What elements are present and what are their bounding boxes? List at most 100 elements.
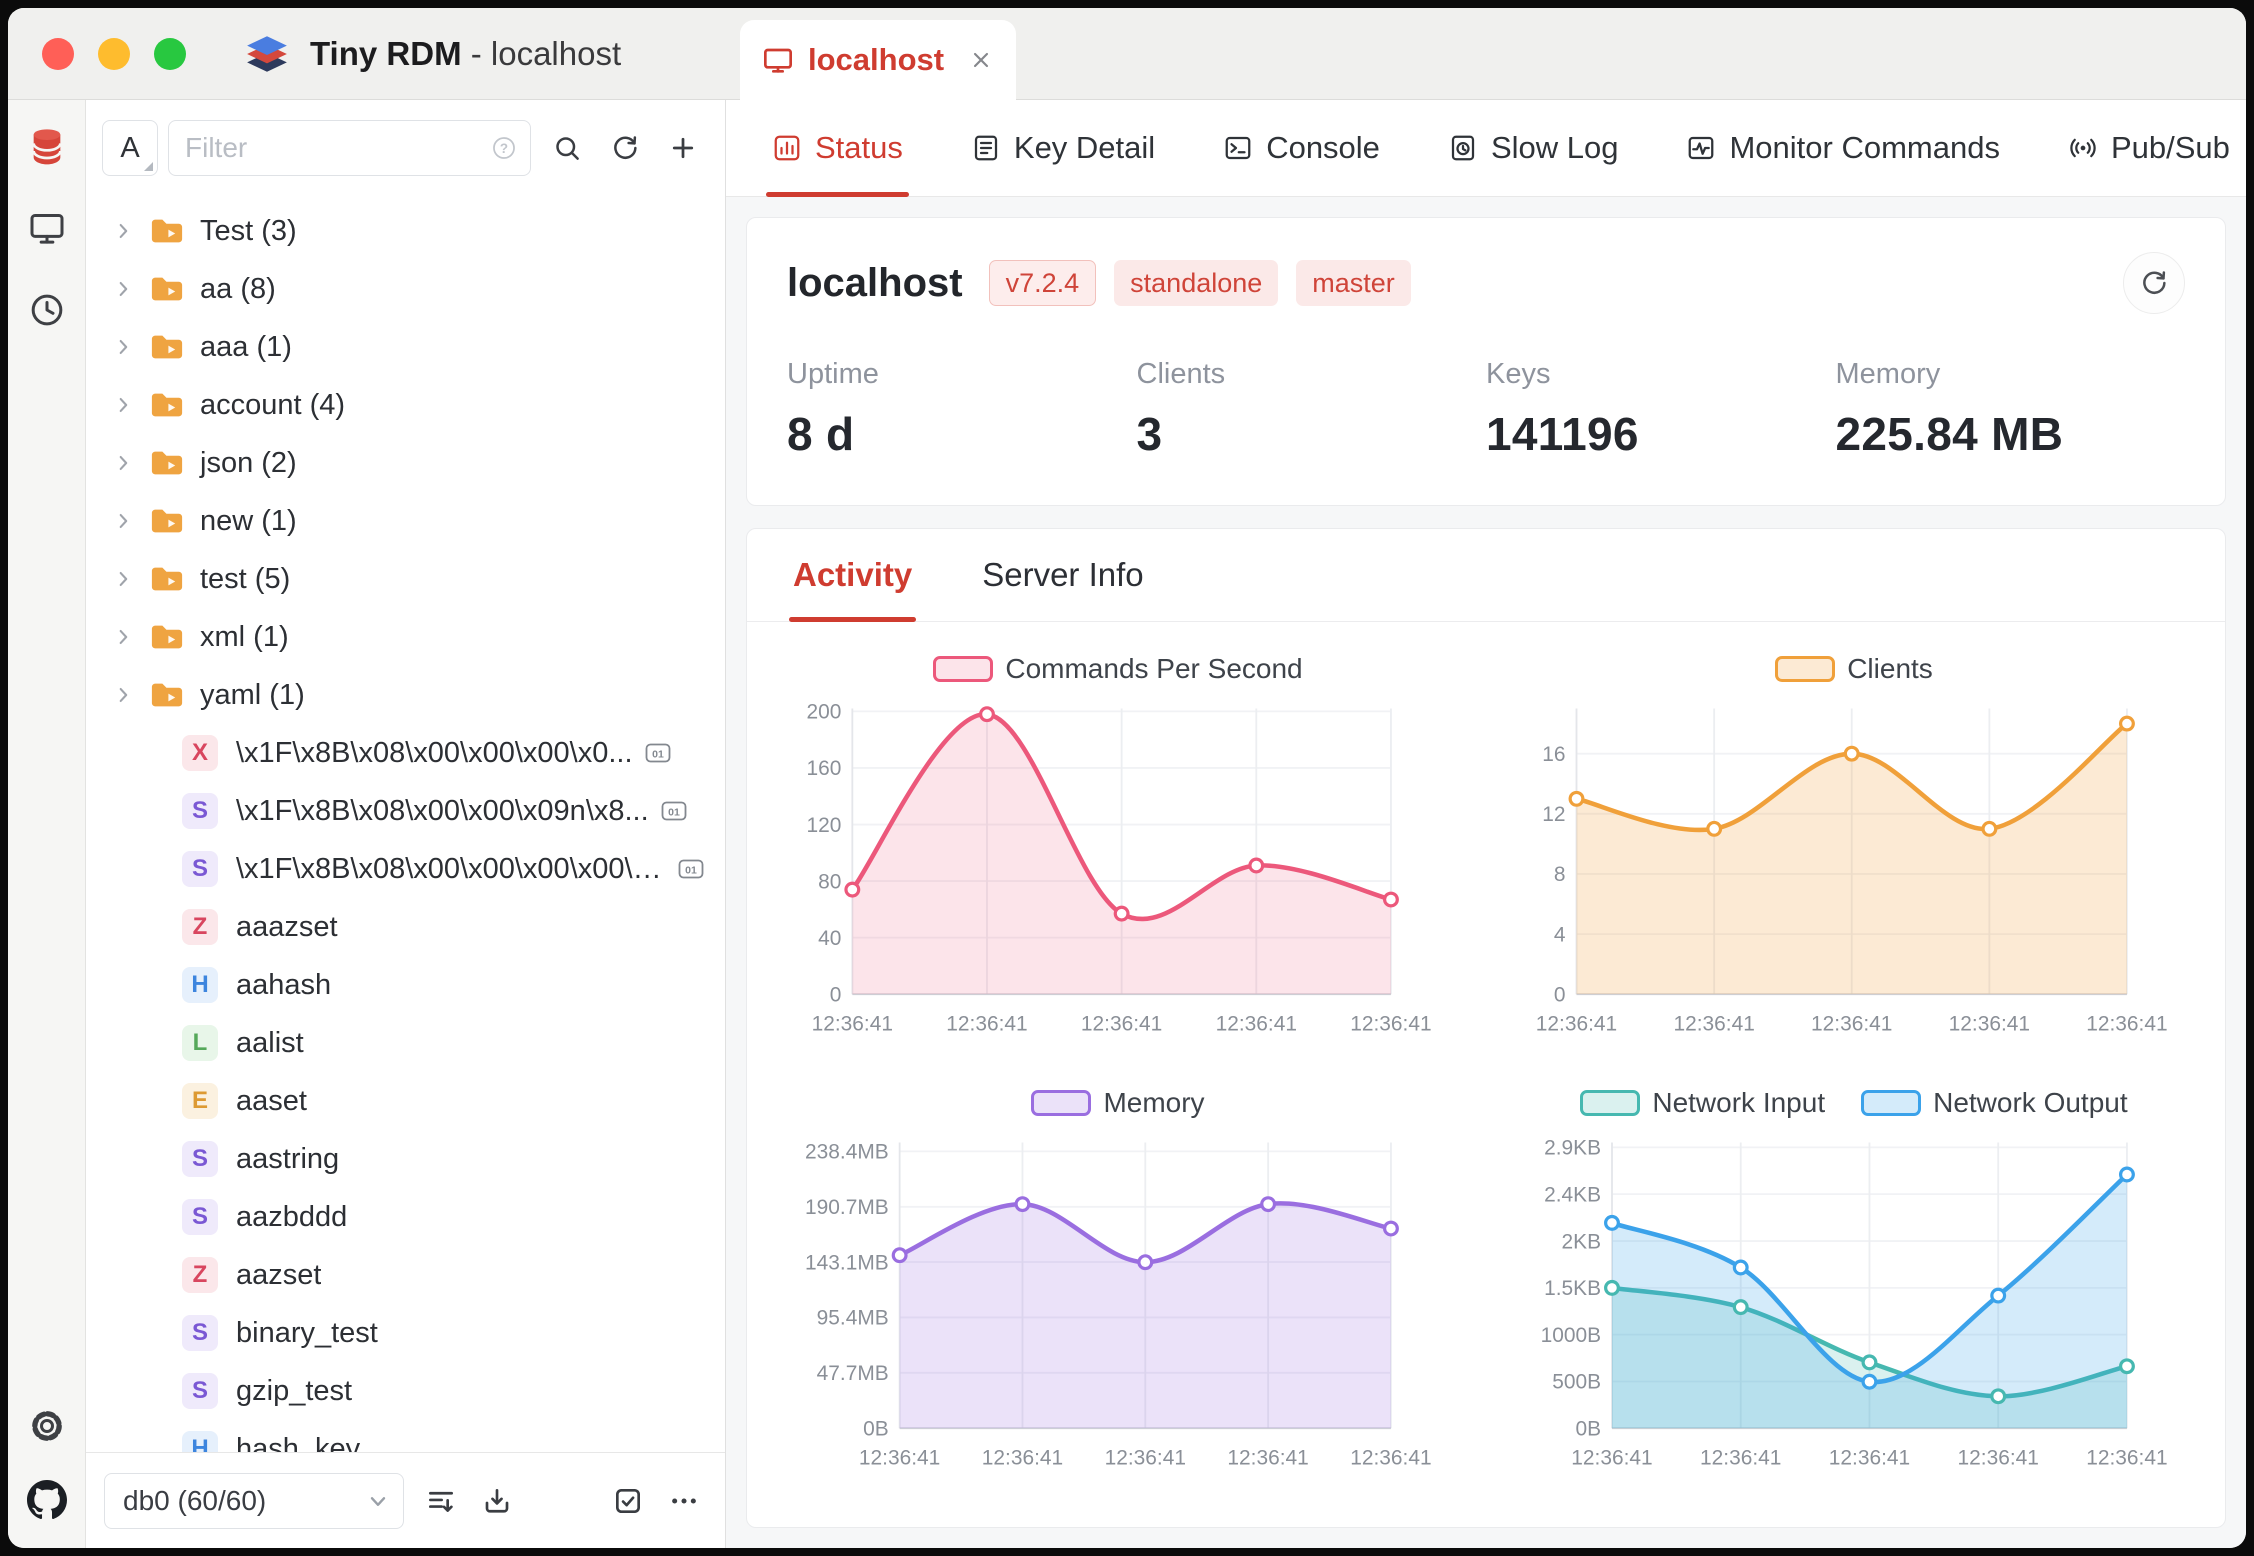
chevron-right-icon[interactable] [112,568,144,590]
tree-folder[interactable]: account (4) [86,376,725,434]
key-type-badge: E [182,1083,218,1119]
tree-folder[interactable]: Test (3) [86,202,725,260]
svg-text:120: 120 [807,814,842,837]
key-name: aazbddd [236,1200,348,1233]
add-button[interactable] [657,122,709,174]
nav-tab-label: Monitor Commands [1729,130,2000,165]
legend-item-network-output[interactable]: Network Output [1861,1087,2128,1119]
legend-label: Clients [1847,653,1933,684]
svg-text:01: 01 [668,807,680,819]
nav-tab-slow-log[interactable]: Slow Log [1442,100,1625,196]
activity-tab-activity[interactable]: Activity [789,529,917,622]
refresh-button[interactable] [599,122,651,174]
chevron-right-icon[interactable] [112,684,144,706]
folder-label: json (2) [200,446,297,479]
key-name: binary_test [236,1316,378,1349]
tree-key[interactable]: S \x1F\x8B\x08\x00\x00\x09n\x8... 01 [86,782,725,840]
minimize-window-button[interactable] [98,37,130,70]
tree-key[interactable]: Saazbddd [86,1188,725,1246]
chevron-right-icon[interactable] [112,278,144,300]
key-type-badge: Z [182,909,218,945]
key-name: aaset [236,1084,307,1117]
key-name: aalist [236,1026,304,1059]
import-button[interactable] [474,1478,520,1524]
svg-text:500B: 500B [1552,1370,1601,1393]
rail-github-button[interactable] [25,1478,69,1522]
filter-bar: A ? [86,100,725,196]
activity-tab-server-info[interactable]: Server Info [978,529,1147,621]
tree-folder[interactable]: aaa (1) [86,318,725,376]
filter-input[interactable] [185,132,482,164]
checkbox-button[interactable] [605,1478,651,1524]
nav-tab-monitor-commands[interactable]: Monitor Commands [1680,100,2005,196]
pubsub-icon [2068,133,2098,163]
title-bar-left: Tiny RDM - localhost [8,8,726,99]
tree-folder[interactable]: aa (8) [86,260,725,318]
close-icon[interactable] [968,47,994,73]
tree-key[interactable]: Saastring [86,1130,725,1188]
svg-text:12:36:41: 12:36:41 [2086,1013,2167,1036]
more-button[interactable] [661,1478,707,1524]
tree-folder[interactable]: json (2) [86,434,725,492]
tree-folder[interactable]: new (1) [86,492,725,550]
folder-icon [150,620,184,654]
svg-text:1000B: 1000B [1541,1323,1601,1346]
svg-text:47.7MB: 47.7MB [817,1362,889,1385]
tree-key[interactable]: Sbinary_test [86,1304,725,1362]
tree-key[interactable]: Eaaset [86,1072,725,1130]
nav-tab-key-detail[interactable]: Key Detail [965,100,1161,196]
svg-text:01: 01 [652,749,664,761]
tree-key[interactable]: Hhash_key [86,1420,725,1452]
filter-type-dropdown[interactable]: A [102,120,158,176]
nav-tab-status[interactable]: Status [766,100,909,197]
tree-key[interactable]: Haahash [86,956,725,1014]
legend-swatch-icon [1775,656,1836,682]
chevron-right-icon[interactable] [112,452,144,474]
chevron-right-icon[interactable] [112,626,144,648]
sidebar-footer: db0 (60/60) [86,1452,725,1548]
zoom-window-button[interactable] [154,37,186,70]
chevron-right-icon[interactable] [112,336,144,358]
legend-item-network-input[interactable]: Network Input [1580,1087,1825,1119]
tree-folder[interactable]: yaml (1) [86,666,725,724]
tree-key[interactable]: Laalist [86,1014,725,1072]
connection-tab-localhost[interactable]: localhost [740,20,1017,100]
search-button[interactable] [541,122,593,174]
tree-key[interactable]: Zaaazset [86,898,725,956]
nav-tab-console[interactable]: Console [1217,100,1386,196]
folder-icon [150,214,184,248]
nav-tab-pub-sub[interactable]: Pub/Sub [2062,100,2236,196]
svg-text:12:36:41: 12:36:41 [982,1446,1063,1469]
chevron-right-icon[interactable] [112,394,144,416]
folder-icon [150,446,184,480]
chevron-right-icon[interactable] [112,510,144,532]
flatten-list-button[interactable] [418,1478,464,1524]
rail-history-button[interactable] [25,288,69,332]
chart-canvas: 0 4 8 12 16 12:36:41 12:36:41 12:36:41 12:36:41 1… [1536,708,2168,1036]
close-window-button[interactable] [42,37,74,70]
svg-text:40: 40 [818,927,841,950]
tree-key[interactable]: X \x1F\x8B\x08\x00\x00\x00\x0... 01 [86,724,725,782]
svg-text:12:36:41: 12:36:41 [1536,1013,1617,1036]
db-select[interactable]: db0 (60/60) [104,1472,404,1529]
search-icon [552,133,582,163]
rail-database-button[interactable] [25,124,69,168]
tree-folder[interactable]: test (5) [86,550,725,608]
key-type-badge: S [182,1373,218,1409]
svg-text:?: ? [500,141,508,156]
svg-text:2.9KB: 2.9KB [1544,1136,1601,1159]
chevron-right-icon[interactable] [112,220,144,242]
flatten-list-icon [425,1485,457,1517]
svg-text:0: 0 [1554,984,1566,1007]
rail-server-button[interactable] [25,206,69,250]
tree-folder[interactable]: xml (1) [86,608,725,666]
legend-item-memory[interactable]: Memory [1031,1087,1205,1119]
tree-key[interactable]: Zaazset [86,1246,725,1304]
legend-item-commands-per-second[interactable]: Commands Per Second [933,653,1303,685]
tree-key[interactable]: Sgzip_test [86,1362,725,1420]
tree-key[interactable]: S \x1F\x8B\x08\x00\x00\x00\x00\x0... 01 [86,840,725,898]
refresh-status-button[interactable] [2123,252,2185,314]
rail-settings-button[interactable] [25,1404,69,1448]
legend-item-clients[interactable]: Clients [1775,653,1933,685]
folder-icon [150,272,184,306]
